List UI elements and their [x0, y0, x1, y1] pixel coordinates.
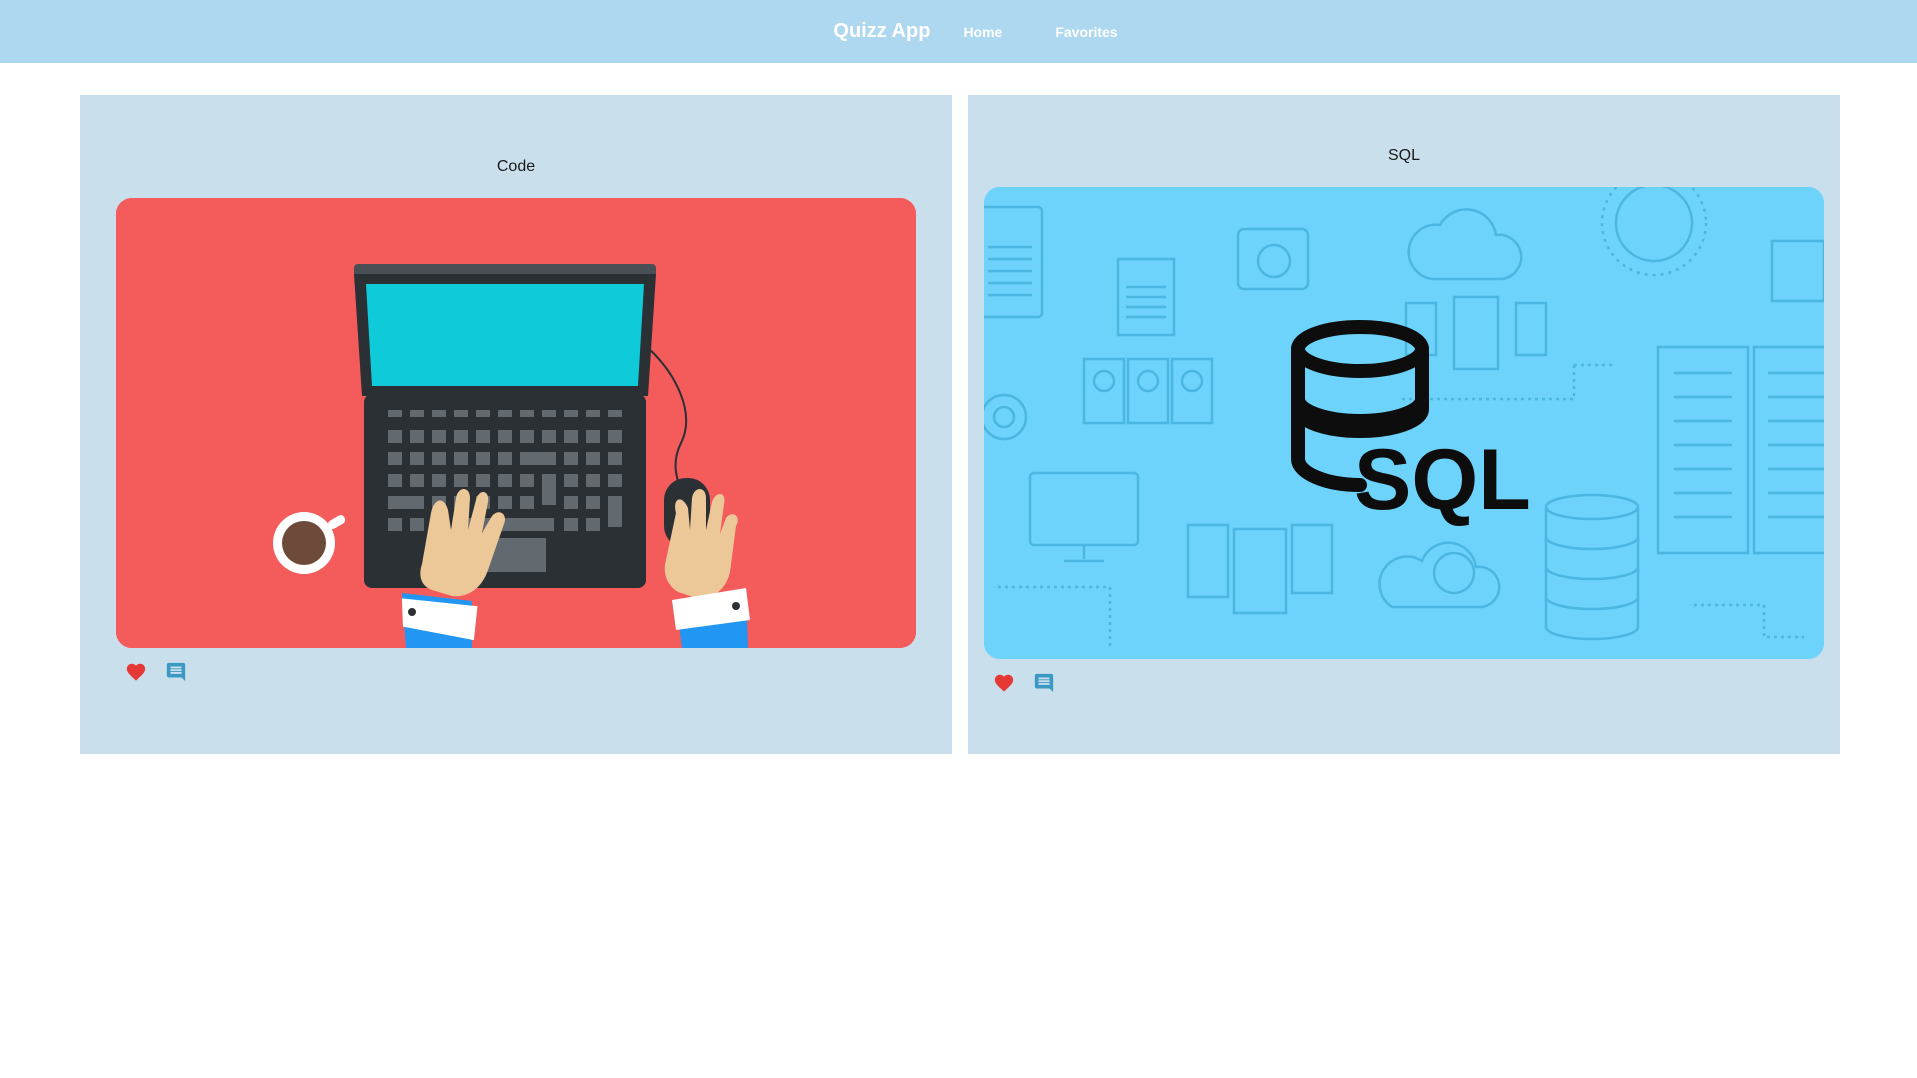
quiz-card-code: Code: [80, 95, 952, 754]
card-actions: [124, 660, 188, 684]
card-actions: [992, 671, 1056, 695]
nav-inner: Quizz App Home Favorites: [833, 20, 1117, 43]
card-image-code[interactable]: [116, 198, 916, 648]
nav-link-favorites[interactable]: Favorites: [1055, 24, 1117, 40]
laptop-coding-illustration: [116, 198, 916, 648]
navbar: Quizz App Home Favorites: [0, 0, 1917, 63]
comment-icon[interactable]: [1032, 671, 1056, 695]
heart-icon[interactable]: [124, 660, 148, 684]
sql-logo-text: SQL: [1354, 432, 1531, 528]
sql-database-illustration: SQL: [984, 187, 1824, 659]
card-title: SQL: [1387, 147, 1420, 164]
nav-link-home[interactable]: Home: [963, 24, 1002, 40]
app-brand[interactable]: Quizz App: [833, 20, 930, 43]
card-title: Code: [496, 158, 536, 175]
heart-icon[interactable]: [992, 671, 1016, 695]
comment-icon[interactable]: [164, 660, 188, 684]
quiz-card-sql: SQL SQL: [968, 95, 1840, 754]
card-image-sql[interactable]: SQL: [984, 187, 1824, 659]
